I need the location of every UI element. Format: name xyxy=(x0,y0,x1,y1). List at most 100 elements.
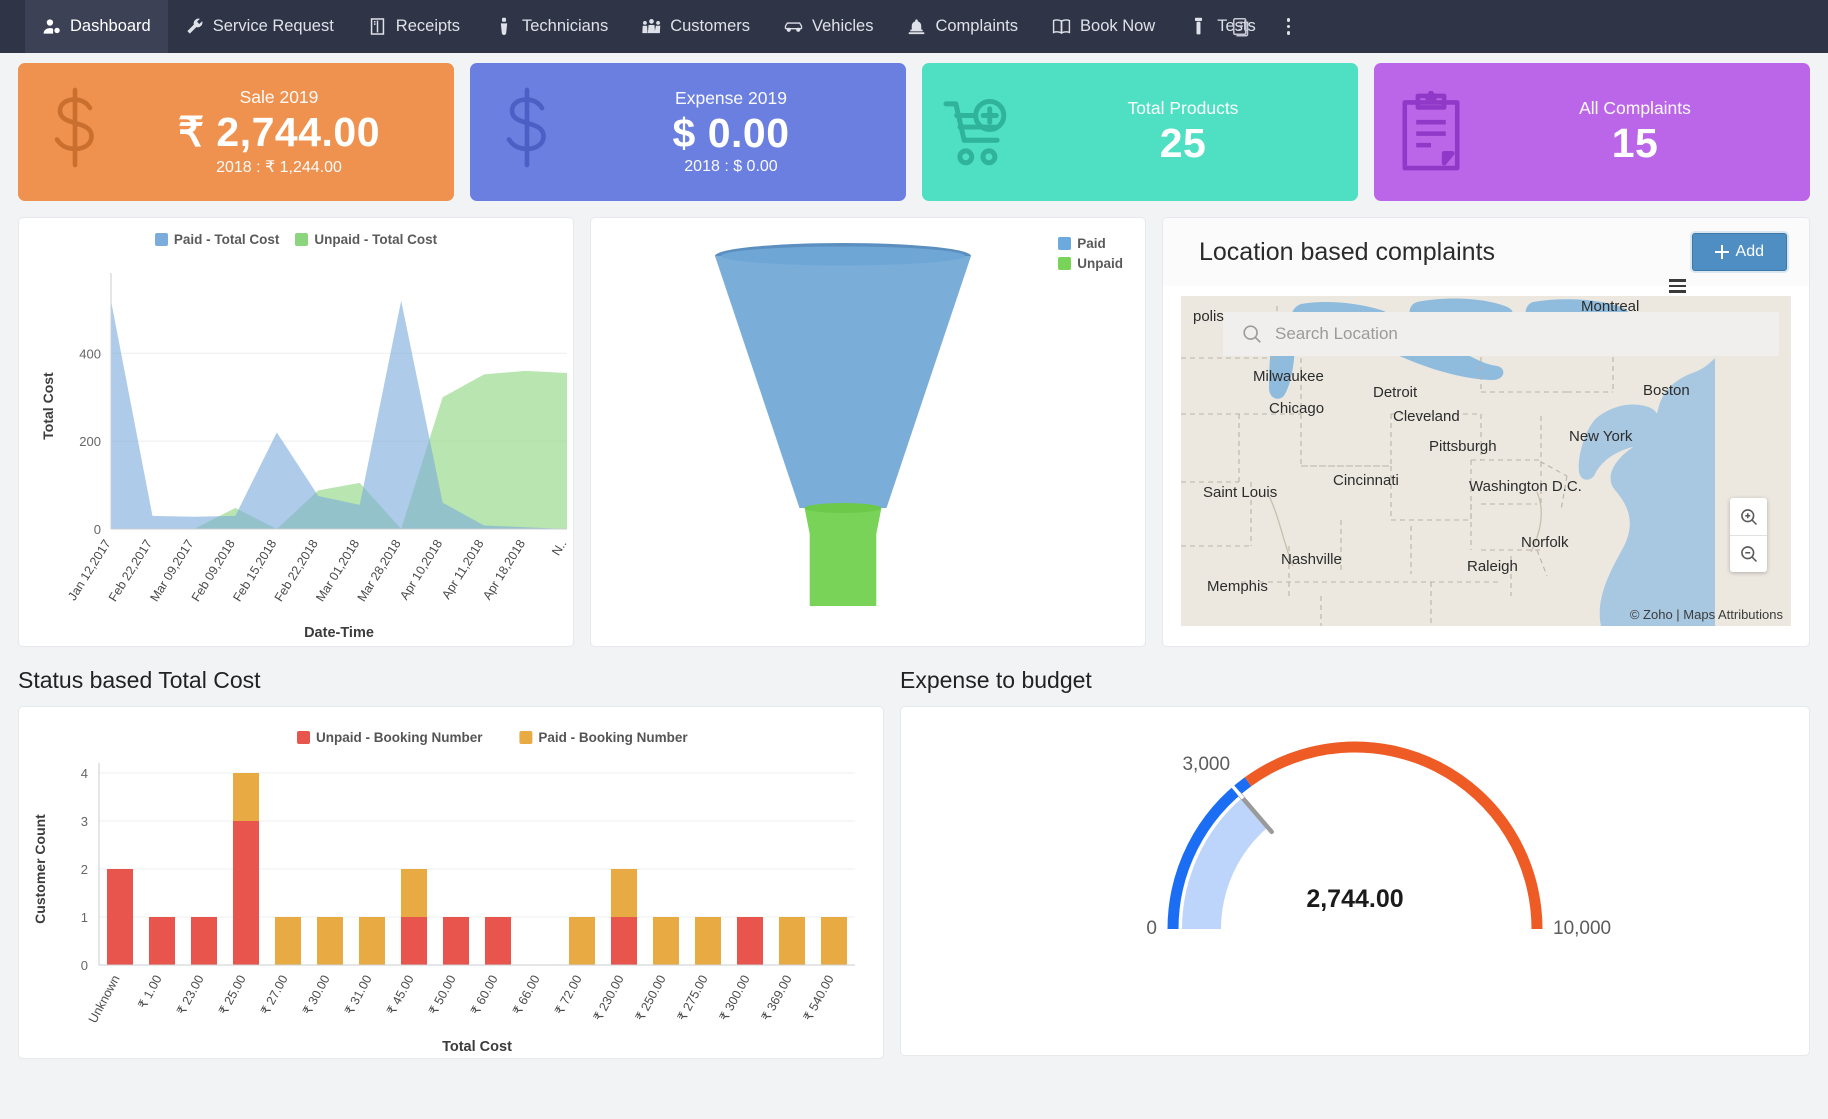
svg-text:1: 1 xyxy=(81,910,88,925)
map-city-label: Montreal xyxy=(1581,298,1639,315)
legend-item-unpaid[interactable]: Unpaid xyxy=(1058,256,1123,271)
kebab-menu-icon[interactable] xyxy=(1273,0,1305,53)
svg-text:2: 2 xyxy=(81,862,88,877)
map-city-label: Washington D.C. xyxy=(1469,478,1582,495)
kpi-value: 15 xyxy=(1612,121,1659,166)
svg-text:Customer Count: Customer Count xyxy=(32,814,48,924)
map-viewport[interactable]: Search Location © Zoho | Maps Attributio… xyxy=(1181,296,1791,626)
legend-label: Paid - Total Cost xyxy=(174,232,280,247)
nav-item-dashboard[interactable]: Dashboard xyxy=(25,0,168,53)
svg-text:₹ 31.00: ₹ 31.00 xyxy=(342,973,374,1017)
map-city-label: Saint Louis xyxy=(1203,484,1277,501)
legend-swatch xyxy=(295,233,308,246)
expense-gauge-plot: 010,0003,0002,744.00 xyxy=(901,707,1809,1055)
map-city-label: New York xyxy=(1569,428,1632,445)
status-bar-chart-plot: Unpaid - Booking Number Paid - Booking Nu… xyxy=(19,707,883,1058)
nav-item-service-request[interactable]: Service Request xyxy=(168,0,351,53)
map-city-label: Pittsburgh xyxy=(1429,438,1497,455)
nav-item-receipts[interactable]: Receipts xyxy=(351,0,477,53)
status-bar-chart-card: Unpaid - Booking Number Paid - Booking Nu… xyxy=(18,706,884,1059)
svg-text:Total Cost: Total Cost xyxy=(40,372,56,440)
svg-text:₹ 45.00: ₹ 45.00 xyxy=(384,973,416,1017)
map-city-label: Cincinnati xyxy=(1333,472,1399,489)
kpi-card-expense-2019[interactable]: Expense 2019 $ 0.00 2018 : $ 0.00 xyxy=(470,63,906,201)
nav-item-customers[interactable]: Customers xyxy=(625,0,767,53)
nav-item-tests[interactable]: Tests xyxy=(1172,0,1273,53)
widget-row-top: Paid - Total Cost Unpaid - Total Cost 02… xyxy=(0,201,1828,647)
svg-text:₹ 275.00: ₹ 275.00 xyxy=(675,973,711,1023)
svg-text:₹ 25.00: ₹ 25.00 xyxy=(216,973,248,1017)
kpi-card-sale-2019[interactable]: Sale 2019 ₹ 2,744.00 2018 : ₹ 1,244.00 xyxy=(18,63,454,201)
map-card-header: Location based complaints Add xyxy=(1163,218,1809,286)
svg-text:Mar 01,2018: Mar 01,2018 xyxy=(313,537,362,604)
svg-text:Feb 22,2017: Feb 22,2017 xyxy=(106,537,155,604)
widget-row-bottom: Status based Total Cost Unpaid - Booking… xyxy=(0,647,1828,1059)
map-city-label: Norfolk xyxy=(1521,534,1569,551)
map-zoom-controls xyxy=(1730,498,1767,572)
area-chart-card: Paid - Total Cost Unpaid - Total Cost 02… xyxy=(18,217,574,647)
plus-icon xyxy=(1715,245,1729,259)
kpi-title: Sale 2019 xyxy=(240,87,319,108)
top-navigation-bar: Dashboard Service Request Receipts Techn… xyxy=(0,0,1828,53)
app-switch-icon[interactable] xyxy=(1231,0,1253,53)
map-search-placeholder: Search Location xyxy=(1275,324,1398,344)
svg-text:4: 4 xyxy=(81,766,88,781)
svg-text:400: 400 xyxy=(79,346,101,361)
svg-text:10,000: 10,000 xyxy=(1553,918,1611,939)
svg-text:Mar 09,2017: Mar 09,2017 xyxy=(147,537,196,604)
book-icon xyxy=(1052,17,1071,36)
receipt-icon xyxy=(368,17,387,36)
funnel-chart-plot xyxy=(591,218,1147,646)
bell-icon xyxy=(907,17,926,36)
technician-icon xyxy=(494,17,513,36)
svg-text:Unknown: Unknown xyxy=(86,973,123,1026)
nav-item-complaints[interactable]: Complaints xyxy=(890,0,1035,53)
nav-label: Book Now xyxy=(1080,17,1155,36)
nav-item-technicians[interactable]: Technicians xyxy=(477,0,625,53)
svg-text:Feb 09,2018: Feb 09,2018 xyxy=(189,537,238,604)
legend-swatch xyxy=(155,233,168,246)
svg-text:0: 0 xyxy=(1146,918,1157,939)
hamburger-menu-icon[interactable] xyxy=(1669,279,1686,293)
svg-text:Feb 22,2018: Feb 22,2018 xyxy=(272,537,321,604)
kpi-card-total-products[interactable]: Total Products 25 xyxy=(922,63,1358,201)
legend-item-unpaid-total-cost[interactable]: Unpaid - Total Cost xyxy=(295,232,437,247)
svg-text:Mar 28,2018: Mar 28,2018 xyxy=(355,537,404,604)
search-icon xyxy=(1241,323,1263,345)
expense-budget-title: Expense to budget xyxy=(900,667,1810,694)
svg-text:₹ 250.00: ₹ 250.00 xyxy=(633,973,669,1023)
cart-plus-icon xyxy=(936,96,1022,168)
kpi-card-all-complaints[interactable]: All Complaints 15 xyxy=(1374,63,1810,201)
legend-swatch xyxy=(1058,237,1071,250)
nav-label: Dashboard xyxy=(70,17,151,36)
nav-item-book-now[interactable]: Book Now xyxy=(1035,0,1172,53)
user-dashboard-icon xyxy=(42,17,61,36)
svg-text:Date-Time: Date-Time xyxy=(304,625,374,637)
legend-label: Unpaid xyxy=(1077,256,1123,271)
status-cost-title: Status based Total Cost xyxy=(18,667,884,694)
svg-text:Paid - Booking Number: Paid - Booking Number xyxy=(538,730,688,745)
svg-text:Apr 18,2018: Apr 18,2018 xyxy=(480,537,528,602)
legend-item-paid[interactable]: Paid xyxy=(1058,236,1123,251)
nav-item-vehicles[interactable]: Vehicles xyxy=(767,0,890,53)
zoom-in-icon[interactable] xyxy=(1730,498,1767,535)
legend-swatch xyxy=(1058,257,1071,270)
zoom-out-icon[interactable] xyxy=(1730,535,1767,572)
svg-text:₹ 540.00: ₹ 540.00 xyxy=(801,973,837,1023)
kpi-subtext: 2018 : $ 0.00 xyxy=(684,158,777,176)
svg-text:200: 200 xyxy=(79,434,101,449)
kpi-title: All Complaints xyxy=(1579,98,1691,119)
map-search-bar[interactable]: Search Location xyxy=(1223,312,1779,356)
kpi-card-row: Sale 2019 ₹ 2,744.00 2018 : ₹ 1,244.00 E… xyxy=(0,53,1828,201)
svg-text:Unpaid - Booking Number: Unpaid - Booking Number xyxy=(316,730,483,745)
svg-text:Feb 15,2018: Feb 15,2018 xyxy=(230,537,279,604)
dollar-sign-icon xyxy=(484,87,570,177)
funnel-chart-legend: Paid Unpaid xyxy=(1058,236,1123,271)
nav-label: Receipts xyxy=(396,17,460,36)
legend-item-paid-total-cost[interactable]: Paid - Total Cost xyxy=(155,232,280,247)
add-complaint-button[interactable]: Add xyxy=(1692,233,1787,271)
map-city-label: Milwaukee xyxy=(1253,368,1324,385)
location-complaints-card: Location based complaints Add xyxy=(1162,217,1810,647)
kpi-subtext: 2018 : ₹ 1,244.00 xyxy=(216,157,342,177)
svg-text:N..: N.. xyxy=(549,537,569,558)
